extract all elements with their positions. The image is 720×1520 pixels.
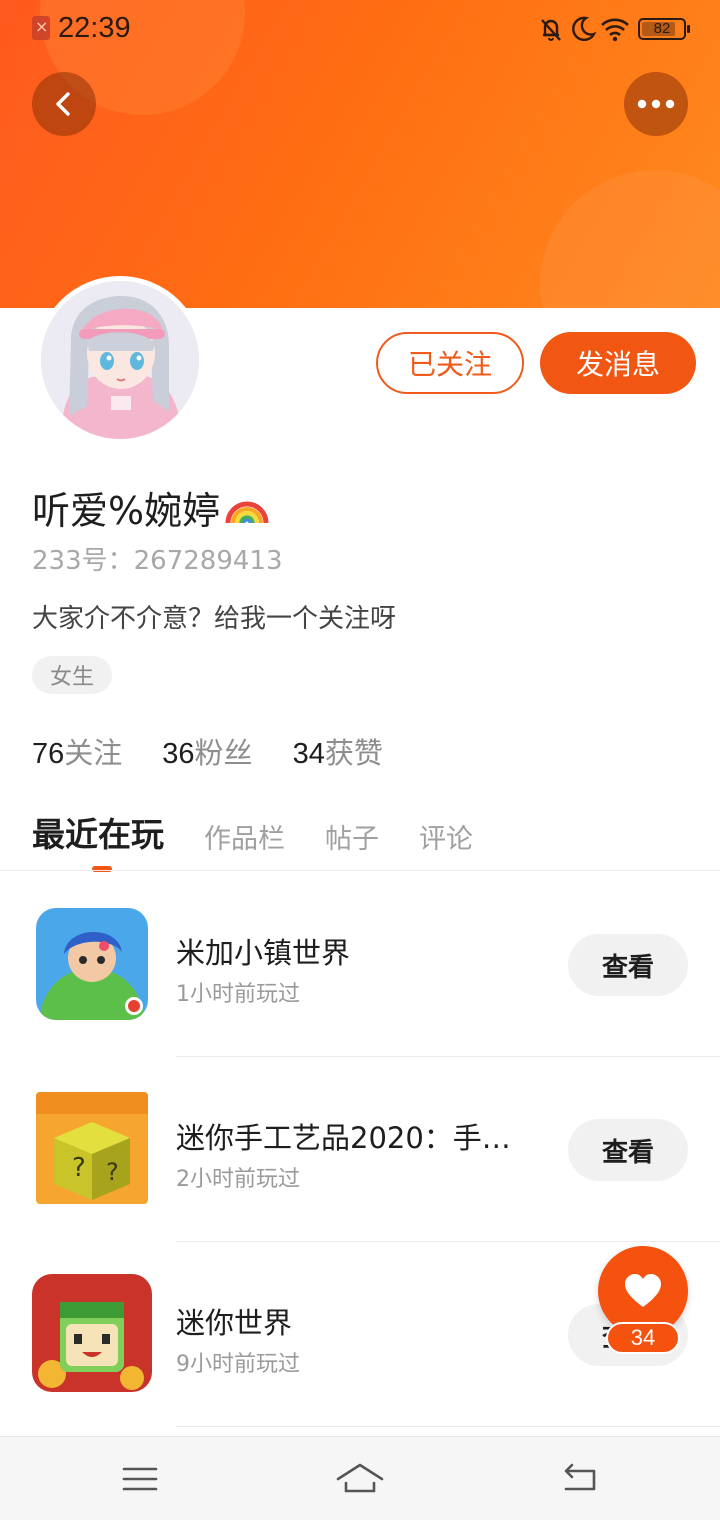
rainbow-emoji [225,501,269,523]
status-bar: 22:39 82 [0,0,720,58]
like-count-badge: 34 [606,1322,680,1354]
username: 听爱%婉婷 [32,480,270,535]
tab-recently-played[interactable]: 最近在玩 [32,808,164,856]
list-item[interactable]: ? ? 迷你手工艺品2020：手… 2小时前玩过 查看 [0,1057,720,1241]
tab-works[interactable]: 作品栏 [204,817,285,856]
stat-label: 粉丝 [194,736,253,770]
svg-text:?: ? [106,1158,119,1186]
mute-bell-icon [541,19,561,41]
home-icon[interactable] [336,1459,384,1499]
battery-level: 82 [653,20,671,37]
game-icon-lucky-craft: ? ? [36,1092,148,1204]
game-played-time: 1小时前玩过 [176,982,300,1007]
stat-fans[interactable]: 36粉丝 [162,730,252,772]
wifi-icon [601,18,629,42]
list-item[interactable]: 米加小镇世界 1小时前玩过 查看 [0,872,720,1056]
game-icon-image [32,1274,152,1392]
svg-text:?: ? [72,1153,86,1183]
stat-likes[interactable]: 34获赞 [293,730,383,772]
game-title: 米加小镇世界 [176,936,351,970]
stat-value: 36 [162,738,195,770]
tab-posts[interactable]: 帖子 [325,817,379,856]
moon-icon [572,16,597,41]
battery-icon: 82 [638,18,690,40]
stat-value: 34 [292,738,325,770]
stat-label: 关注 [64,736,123,770]
game-played-time: 9小时前玩过 [176,1352,300,1377]
followed-button[interactable]: 已关注 [376,332,524,394]
stat-value: 76 [32,738,65,770]
user-id: 233号：267289413 [32,546,283,576]
send-message-button[interactable]: 发消息 [540,332,696,394]
game-icon-mini-world [32,1274,152,1392]
back-button[interactable] [32,72,96,136]
back-nav-icon[interactable] [560,1459,600,1499]
profile-tabs: 最近在玩 作品栏 帖子 评论 [32,808,513,856]
stat-label: 获赞 [324,736,383,770]
profile-stats: 76关注 36粉丝 34获赞 [32,730,383,772]
status-time: 22:39 [58,12,131,44]
sim-missing-icon [32,16,50,40]
system-nav-bar [0,1436,720,1520]
divider [0,870,720,871]
more-button[interactable] [624,72,688,136]
more-dots-icon [637,99,675,109]
game-title: 迷你世界 [176,1306,293,1340]
view-button[interactable]: 查看 [568,1119,688,1181]
game-icon-image: ? ? [36,1092,148,1204]
username-text: 听爱%婉婷 [32,489,221,533]
avatar[interactable] [36,276,204,444]
chevron-left-icon [56,92,70,116]
avatar-image [41,281,199,439]
tab-comments[interactable]: 评论 [419,817,473,856]
game-icon-miga-town [36,908,148,1020]
view-button[interactable]: 查看 [568,934,688,996]
banner-decoration [540,170,720,308]
user-bio: 大家介不介意？给我一个关注呀 [32,604,397,634]
divider [176,1426,720,1427]
game-icon-image [36,908,148,1020]
game-title: 迷你手工艺品2020：手… [176,1121,511,1155]
gender-tag: 女生 [32,656,112,694]
game-played-time: 2小时前玩过 [176,1167,300,1192]
stat-following[interactable]: 76关注 [32,730,122,772]
heart-icon [625,1274,661,1307]
menu-icon[interactable] [120,1459,160,1499]
